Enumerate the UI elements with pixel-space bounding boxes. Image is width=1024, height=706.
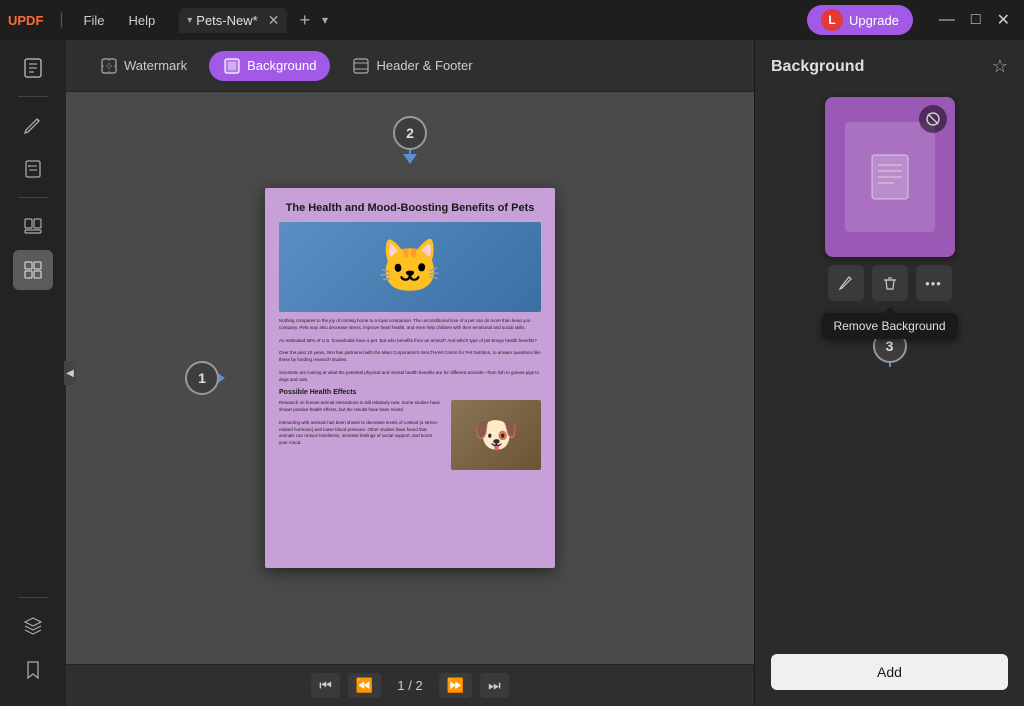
toolbar-watermark-label: Watermark — [124, 58, 187, 73]
content-area: Watermark Background Header & Footer 2 — [66, 40, 754, 706]
disable-background-button[interactable] — [919, 105, 947, 133]
more-options-button[interactable]: ••• — [916, 265, 952, 301]
sidebar-item-edit[interactable] — [13, 105, 53, 145]
menu-help[interactable]: Help — [121, 9, 164, 32]
maximize-button[interactable]: □ — [965, 10, 987, 30]
callout-2: 2 — [393, 116, 427, 150]
toolbar-background-label: Background — [247, 58, 316, 73]
toolbar: Watermark Background Header & Footer — [66, 40, 754, 92]
user-avatar: L — [821, 9, 843, 31]
upgrade-label: Upgrade — [849, 13, 899, 28]
background-card-actions: Remove Background ••• — [771, 265, 1008, 301]
sidebar-item-annotate[interactable] — [13, 149, 53, 189]
sidebar-divider-2 — [18, 197, 48, 198]
background-card-preview — [845, 122, 935, 232]
sidebar-item-organize[interactable] — [13, 206, 53, 246]
sidebar-divider-1 — [18, 96, 48, 97]
tab-list-chevron[interactable]: ▾ — [322, 13, 328, 27]
sidebar-item-reader[interactable] — [13, 48, 53, 88]
sidebar-bottom — [13, 593, 53, 698]
add-button-area: Add — [755, 642, 1024, 706]
pdf-text-2: An estimated 68% of U.S. households have… — [279, 338, 541, 345]
sidebar: ◀ — [0, 40, 66, 706]
remove-background-tooltip: Remove Background — [821, 313, 957, 339]
background-card-area: Remove Background ••• 3 — [755, 85, 1024, 642]
tab-add-button[interactable]: + — [299, 10, 310, 31]
pdf-subtitle: Possible Health Effects — [279, 389, 541, 396]
pdf-cat-image: 🐱 — [279, 222, 541, 312]
toolbar-header-footer[interactable]: Header & Footer — [338, 51, 486, 81]
sidebar-collapse-arrow[interactable]: ◀ — [64, 361, 76, 385]
right-panel-title: Background — [771, 58, 864, 76]
toolbar-header-footer-label: Header & Footer — [376, 58, 472, 73]
pdf-text-3: Over the past 10 years, NIH has partnere… — [279, 350, 541, 364]
pdf-dog-image: 🐶 — [451, 400, 541, 470]
background-card — [825, 97, 955, 257]
next-page-button[interactable]: ⏩ — [439, 673, 472, 698]
main-area: ◀ Watermark Background Header & Footer 2 — [0, 40, 1024, 706]
tab-title: Pets-New* — [196, 13, 257, 28]
pdf-text-4: Scientists are looking at what the poten… — [279, 370, 541, 384]
prev-page-button[interactable]: ⏪ — [348, 673, 381, 698]
tab: ▾ Pets-New* ✕ — [179, 8, 287, 33]
pdf-text-5: Research on human-animal interactions is… — [279, 400, 441, 414]
sidebar-item-bookmark[interactable] — [13, 650, 53, 690]
upgrade-button[interactable]: L Upgrade — [807, 5, 913, 35]
first-page-button[interactable]: ⏮ — [311, 673, 340, 698]
pdf-page: The Health and Mood-Boosting Benefits of… — [265, 188, 555, 568]
right-panel: Background ☆ — [754, 40, 1024, 706]
favorite-button[interactable]: ☆ — [992, 56, 1008, 77]
window-controls: — □ ✕ — [933, 10, 1016, 30]
document-area: 2 1 The Health and Mood-Boosting Benefit… — [66, 92, 754, 664]
toolbar-background[interactable]: Background — [209, 51, 330, 81]
delete-background-container: Remove Background — [872, 265, 908, 301]
add-background-button[interactable]: Add — [771, 654, 1008, 690]
tab-close-icon[interactable]: ✕ — [268, 12, 280, 29]
sidebar-divider-3 — [18, 597, 48, 598]
pagination: ⏮ ⏪ 1 / 2 ⏩ ⏭ — [66, 664, 754, 706]
minimize-button[interactable]: — — [933, 10, 961, 30]
pdf-title: The Health and Mood-Boosting Benefits of… — [279, 202, 541, 214]
toolbar-watermark[interactable]: Watermark — [86, 51, 201, 81]
menu-file[interactable]: File — [76, 9, 113, 32]
tab-dropdown-icon[interactable]: ▾ — [187, 15, 192, 26]
pdf-text-1: Nothing compares to the joy of coming ho… — [279, 318, 541, 332]
titlebar: UPDF | File Help ▾ Pets-New* ✕ + ▾ L Upg… — [0, 0, 1024, 40]
right-panel-header: Background ☆ — [755, 40, 1024, 85]
delete-background-button[interactable] — [872, 265, 908, 301]
close-button[interactable]: ✕ — [991, 10, 1016, 30]
pdf-text-6: Interacting with animals has been shown … — [279, 420, 441, 447]
sidebar-item-layers[interactable] — [13, 606, 53, 646]
last-page-button[interactable]: ⏭ — [480, 673, 509, 698]
callout-1: 1 — [185, 361, 219, 395]
app-logo: UPDF — [8, 13, 43, 28]
edit-background-button[interactable] — [828, 265, 864, 301]
page-info: 1 / 2 — [389, 678, 430, 693]
sidebar-item-tools[interactable] — [13, 250, 53, 290]
